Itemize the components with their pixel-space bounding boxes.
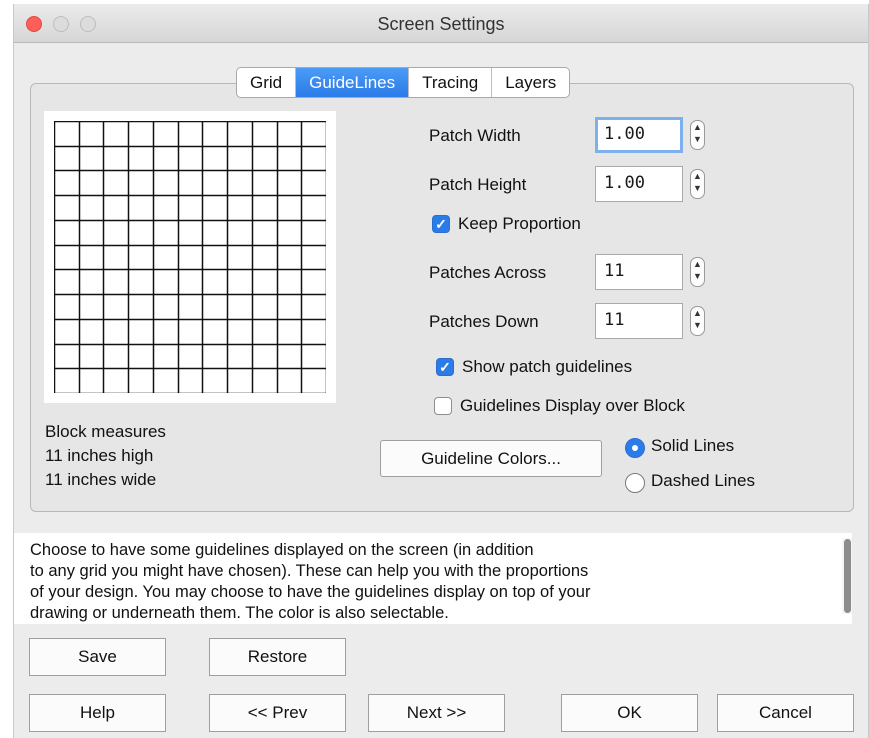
- ok-button[interactable]: OK: [561, 694, 698, 732]
- patch-height-stepper[interactable]: ▲ ▼: [690, 169, 705, 199]
- patches-down-label: Patches Down: [429, 312, 539, 331]
- tab-layers[interactable]: Layers: [491, 68, 569, 97]
- patch-width-stepper[interactable]: ▲ ▼: [690, 120, 705, 150]
- guidelines-over-block-checkbox[interactable]: [434, 397, 452, 415]
- patches-down-field[interactable]: 11: [595, 303, 683, 339]
- scrollbar-thumb[interactable]: [844, 539, 851, 613]
- cancel-button[interactable]: Cancel: [717, 694, 854, 732]
- guideline-colors-button[interactable]: Guideline Colors...: [380, 440, 602, 477]
- tab-guidelines[interactable]: GuideLines: [295, 68, 409, 97]
- patch-grid-preview: [54, 121, 326, 393]
- help-text-area[interactable]: Choose to have some guidelines displayed…: [14, 533, 852, 624]
- tab-tracing[interactable]: Tracing: [408, 68, 491, 97]
- block-measures-heading: Block measures: [45, 422, 166, 441]
- tab-bar: Grid GuideLines Tracing Layers: [236, 67, 571, 98]
- keep-proportion-label: Keep Proportion: [458, 214, 581, 233]
- solid-lines-label: Solid Lines: [651, 436, 735, 455]
- help-text-line: drawing or underneath them. The color is…: [30, 604, 449, 622]
- next-button[interactable]: Next >>: [368, 694, 505, 732]
- block-width-text: 11 inches wide: [45, 470, 157, 489]
- dashed-lines-label: Dashed Lines: [651, 471, 755, 490]
- show-patch-guidelines-label: Show patch guidelines: [462, 357, 633, 376]
- dashed-lines-radio[interactable]: [625, 473, 645, 493]
- patch-height-field[interactable]: 1.00: [595, 166, 683, 202]
- patches-across-field[interactable]: 11: [595, 254, 683, 290]
- patch-width-label: Patch Width: [429, 126, 521, 145]
- prev-button[interactable]: << Prev: [209, 694, 346, 732]
- patches-across-label: Patches Across: [429, 263, 547, 282]
- patches-across-stepper[interactable]: ▲ ▼: [690, 257, 705, 287]
- help-text-line: Choose to have some guidelines displayed…: [30, 541, 534, 559]
- screen-settings-window: Screen Settings Grid GuideLines Tracing …: [13, 4, 869, 738]
- help-text-scrollbar[interactable]: [842, 538, 852, 614]
- patch-height-label: Patch Height: [429, 175, 527, 194]
- title-bar[interactable]: Screen Settings: [14, 4, 868, 43]
- patch-width-field[interactable]: 1.00: [595, 117, 683, 153]
- help-button[interactable]: Help: [29, 694, 166, 732]
- restore-button[interactable]: Restore: [209, 638, 346, 676]
- block-height-text: 11 inches high: [45, 446, 154, 465]
- tab-grid[interactable]: Grid: [237, 68, 295, 97]
- guidelines-over-block-label: Guidelines Display over Block: [460, 396, 685, 415]
- save-button[interactable]: Save: [29, 638, 166, 676]
- window-title: Screen Settings: [377, 14, 505, 34]
- patches-down-stepper[interactable]: ▲ ▼: [690, 306, 705, 336]
- guideline-preview: [44, 111, 336, 403]
- help-text-line: to any grid you might have chosen). Thes…: [30, 562, 589, 580]
- solid-lines-radio[interactable]: [625, 438, 645, 458]
- keep-proportion-checkbox[interactable]: ✓: [432, 215, 450, 233]
- help-text-line: of your design. You may choose to have t…: [30, 583, 591, 601]
- show-patch-guidelines-checkbox[interactable]: ✓: [436, 358, 454, 376]
